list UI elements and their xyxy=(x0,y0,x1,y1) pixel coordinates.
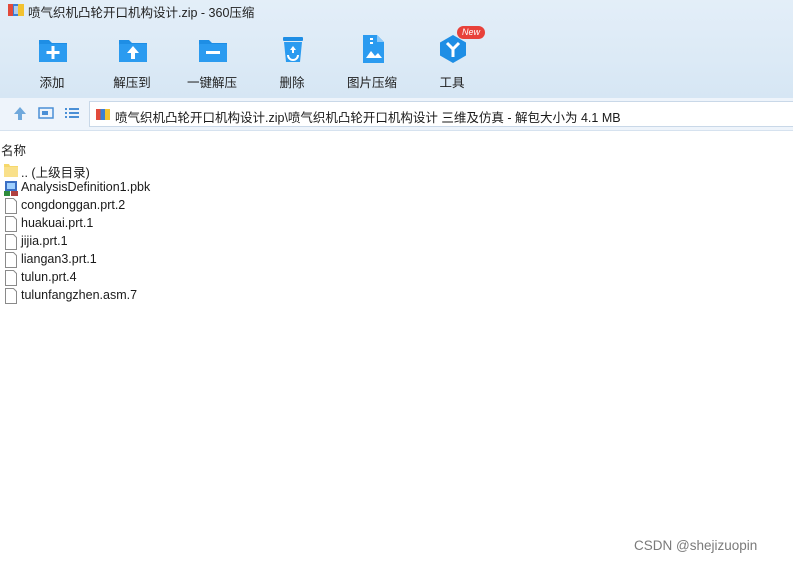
up-level-icon[interactable] xyxy=(11,105,29,121)
list-item-parent[interactable]: .. (上级目录) xyxy=(0,161,400,180)
add-icon xyxy=(39,40,67,62)
recycle-bin-icon xyxy=(283,37,303,62)
zip-archive-icon xyxy=(8,4,24,16)
thumbnail-view-icon[interactable] xyxy=(37,105,55,121)
list-item[interactable]: tulun.prt.4 xyxy=(0,269,400,287)
image-compress-button[interactable]: 图片压缩 xyxy=(336,30,408,90)
file-icon xyxy=(5,198,17,214)
pbk-file-icon xyxy=(4,181,18,196)
address-path: 喷气织机凸轮开口机构设计.zip\喷气织机凸轮开口机构设计 三维及仿真 - 解包… xyxy=(115,111,621,125)
app-window: 喷气织机凸轮开口机构设计.zip - 360压缩 添加 解压到 一键解压 删除 … xyxy=(0,0,793,564)
tools-label: 工具 xyxy=(439,76,465,90)
extract-to-button[interactable]: 解压到 xyxy=(96,30,168,90)
extract-to-label: 解压到 xyxy=(113,76,151,90)
folder-icon xyxy=(4,164,18,177)
window-title: 喷气织机凸轮开口机构设计.zip - 360压缩 xyxy=(28,6,255,20)
column-name-header[interactable]: 名称 xyxy=(1,140,26,159)
one-click-extract-icon xyxy=(199,40,227,62)
file-name: tulunfangzhen.asm.7 xyxy=(21,288,138,302)
title-bar: 喷气织机凸轮开口机构设计.zip - 360压缩 xyxy=(0,0,793,20)
image-compress-icon xyxy=(363,35,384,63)
file-icon xyxy=(5,252,17,268)
one-click-extract-label: 一键解压 xyxy=(186,76,237,90)
address-row: 喷气织机凸轮开口机构设计.zip\喷气织机凸轮开口机构设计 三维及仿真 - 解包… xyxy=(0,98,793,131)
add-label: 添加 xyxy=(39,76,65,90)
list-header: 名称 xyxy=(0,139,793,159)
watermark: CSDN @shejizuopin xyxy=(634,538,758,553)
list-item[interactable]: huakuai.prt.1 xyxy=(0,215,400,233)
file-name: congdonggan.prt.2 xyxy=(21,198,126,212)
image-compress-label: 图片压缩 xyxy=(346,76,397,90)
toolbar: 添加 解压到 一键解压 删除 图片压缩 New 工具 xyxy=(0,24,793,92)
file-name: huakuai.prt.1 xyxy=(21,216,94,230)
list-item[interactable]: tulunfangzhen.asm.7 xyxy=(0,287,400,305)
list-item[interactable]: jijia.prt.1 xyxy=(0,233,400,251)
file-icon xyxy=(5,234,17,250)
file-name: tulun.prt.4 xyxy=(21,270,77,284)
file-icon xyxy=(5,288,17,304)
file-icon xyxy=(5,270,17,286)
address-bar[interactable]: 喷气织机凸轮开口机构设计.zip\喷气织机凸轮开口机构设计 三维及仿真 - 解包… xyxy=(89,101,793,127)
list-item[interactable]: AnalysisDefinition1.pbk xyxy=(0,179,400,197)
zip-archive-icon xyxy=(96,109,110,120)
file-icon xyxy=(5,216,17,232)
file-name: liangan3.prt.1 xyxy=(21,252,97,266)
list-view-icon[interactable] xyxy=(63,105,81,121)
add-button[interactable]: 添加 xyxy=(16,30,88,90)
list-item[interactable]: congdonggan.prt.2 xyxy=(0,197,400,215)
extract-to-icon xyxy=(119,40,147,62)
tools-button[interactable]: New 工具 xyxy=(416,26,488,90)
delete-button[interactable]: 删除 xyxy=(256,30,328,90)
file-name: jijia.prt.1 xyxy=(21,234,68,248)
delete-label: 删除 xyxy=(279,76,305,90)
one-click-extract-button[interactable]: 一键解压 xyxy=(176,30,248,90)
file-name: AnalysisDefinition1.pbk xyxy=(21,180,151,194)
list-item[interactable]: liangan3.prt.1 xyxy=(0,251,400,269)
top-area: 喷气织机凸轮开口机构设计.zip - 360压缩 添加 解压到 一键解压 删除 … xyxy=(0,0,793,98)
new-badge: New xyxy=(457,26,486,39)
